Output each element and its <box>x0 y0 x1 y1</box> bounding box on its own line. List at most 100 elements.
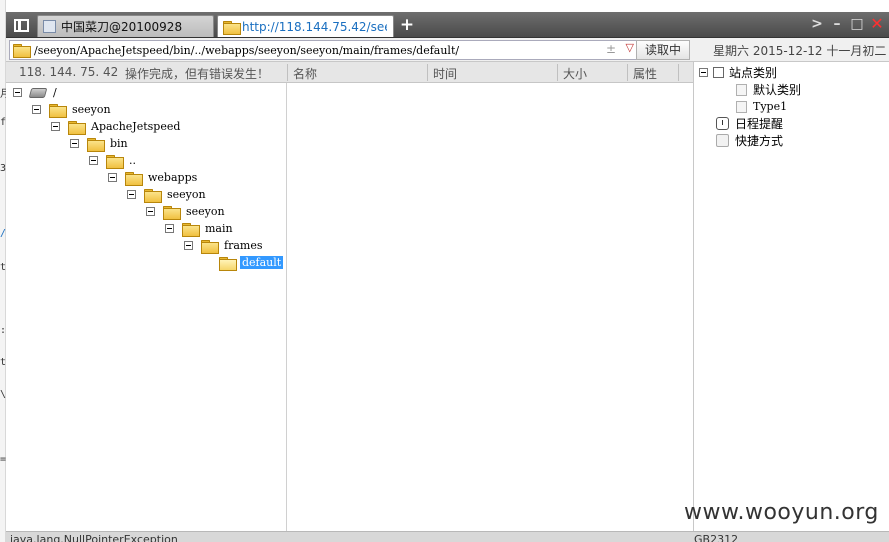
tree-node-label: .. <box>129 154 136 167</box>
tree-node-root[interactable]: / <box>13 84 59 101</box>
directory-tree: / seeyon ApacheJetspeed bin .. webapps s… <box>6 83 287 531</box>
path-text: /seeyon/ApacheJetspeed/bin/../webapps/se… <box>34 43 460 57</box>
tree-node-label: default <box>240 256 284 269</box>
folder-icon <box>106 154 124 169</box>
watermark: www.wooyun.org <box>684 500 879 525</box>
folder-icon <box>49 103 67 118</box>
window-controls: > – □ ✕ <box>809 15 885 33</box>
chevron-down-icon[interactable]: ▽ <box>626 41 634 54</box>
tree-node-label: webapps <box>148 171 198 184</box>
tree-node-label: seeyon <box>167 188 206 201</box>
document-icon <box>736 83 747 96</box>
clock-icon <box>716 117 729 130</box>
column-header-size[interactable]: 大小 <box>563 65 587 82</box>
collapse-icon[interactable] <box>699 68 708 77</box>
tree-node-seeyon-3[interactable]: seeyon <box>146 203 227 220</box>
tree-node-main[interactable]: main <box>165 220 235 237</box>
tree-node-webapps[interactable]: webapps <box>108 169 199 186</box>
tree-node-label: bin <box>110 137 128 150</box>
status-error-text: java.lang.NullPointerException <box>10 533 178 542</box>
page-icon <box>43 20 56 33</box>
column-header-time[interactable]: 时间 <box>433 65 457 82</box>
tab-label: 中国菜刀@20100928 <box>61 20 183 34</box>
column-divider[interactable] <box>557 64 558 81</box>
folder-icon <box>144 188 162 203</box>
plus-minus-icon[interactable]: ± <box>606 42 616 56</box>
schedule-reminder-label: 日程提醒 <box>735 117 784 131</box>
maximize-button[interactable]: □ <box>849 15 865 33</box>
tab-bar: 中国菜刀@20100928 http://118.144.75.42/seeyo… <box>6 12 889 38</box>
collapse-icon[interactable] <box>89 156 98 165</box>
folder-icon <box>68 120 86 135</box>
status-message: 操作完成，但有错误发生！ <box>125 67 270 81</box>
folder-icon <box>182 222 200 237</box>
folder-icon <box>87 137 105 152</box>
site-category-item-label: Type1 <box>753 100 788 113</box>
new-tab-button[interactable]: + <box>398 14 416 36</box>
site-category-item-label: 默认类别 <box>753 83 802 97</box>
path-input[interactable]: /seeyon/ApacheJetspeed/bin/../webapps/se… <box>9 40 639 60</box>
tab-label: http://118.144.75.42/seeyon... <box>242 19 387 34</box>
collapse-icon[interactable] <box>13 88 22 97</box>
column-header-attributes[interactable]: 属性 <box>633 65 657 82</box>
site-category-item[interactable]: 默认类别 <box>736 81 801 98</box>
collapse-icon[interactable] <box>70 139 79 148</box>
collapse-icon[interactable] <box>32 105 41 114</box>
folder-open-icon <box>219 256 237 271</box>
folder-icon <box>201 239 219 254</box>
folder-icon <box>125 171 143 186</box>
file-list-header: 118. 144. 75. 42 操作完成，但有错误发生！ 名称 时间 大小 属… <box>6 62 694 83</box>
folder-icon <box>13 44 31 58</box>
site-category-item[interactable]: Type1 <box>736 98 787 115</box>
column-divider[interactable] <box>287 64 288 81</box>
tree-node-label: main <box>205 222 233 235</box>
schedule-reminder-item[interactable]: 日程提醒 <box>716 115 783 132</box>
address-bar: /seeyon/ApacheJetspeed/bin/../webapps/se… <box>6 38 889 62</box>
shortcuts-label: 快捷方式 <box>735 134 784 148</box>
site-category-label: 站点类别 <box>729 66 778 80</box>
tree-node-apachejetspeed[interactable]: ApacheJetspeed <box>51 118 182 135</box>
host-label: 118. 144. 75. 42 <box>19 65 119 79</box>
encoding-label[interactable]: GB2312 <box>694 534 738 542</box>
hand-icon <box>716 134 729 147</box>
collapse-icon[interactable] <box>184 241 193 250</box>
panel-icon <box>13 18 29 32</box>
chevron-right-icon[interactable]: > <box>809 15 825 33</box>
collapse-icon[interactable] <box>108 173 117 182</box>
column-divider[interactable] <box>427 64 428 81</box>
drive-icon <box>28 87 48 98</box>
tree-node-seeyon-2[interactable]: seeyon <box>127 186 208 203</box>
file-list[interactable] <box>288 83 693 531</box>
tree-node-seeyon[interactable]: seeyon <box>32 101 113 118</box>
tree-node-default[interactable]: default <box>219 254 284 271</box>
tab-remote-site[interactable]: http://118.144.75.42/seeyon... <box>217 15 394 37</box>
tree-node-label: seeyon <box>72 103 111 116</box>
collapse-icon[interactable] <box>146 207 155 216</box>
tree-node-frames[interactable]: frames <box>184 237 264 254</box>
shortcuts-item[interactable]: 快捷方式 <box>716 132 783 149</box>
column-divider[interactable] <box>678 64 679 81</box>
panel-toggle-button[interactable] <box>11 16 31 34</box>
close-button[interactable]: ✕ <box>869 15 885 33</box>
minimize-button[interactable]: – <box>829 15 845 33</box>
tree-node-label: ApacheJetspeed <box>91 120 181 133</box>
column-divider[interactable] <box>627 64 628 81</box>
folder-icon <box>163 205 181 220</box>
tree-node-label: frames <box>224 239 263 252</box>
site-category-pane: 站点类别 默认类别 Type1 日程提醒 快捷方式 <box>693 62 889 531</box>
tree-node-parent[interactable]: .. <box>89 152 138 169</box>
document-icon <box>736 100 747 113</box>
collapse-icon[interactable] <box>165 224 174 233</box>
tree-node-bin[interactable]: bin <box>70 135 130 152</box>
site-category-root[interactable]: 站点类别 <box>699 64 777 81</box>
tab-caidao[interactable]: 中国菜刀@20100928 <box>37 15 214 37</box>
tree-node-label: seeyon <box>186 205 225 218</box>
category-box-icon <box>713 67 724 78</box>
status-bar: java.lang.NullPointerException GB2312 <box>6 531 889 542</box>
tree-node-label: / <box>53 86 57 99</box>
collapse-icon[interactable] <box>51 122 60 131</box>
column-header-name[interactable]: 名称 <box>293 65 317 82</box>
read-button[interactable]: 读取中 <box>636 40 690 60</box>
collapse-icon[interactable] <box>127 190 136 199</box>
folder-icon <box>223 21 241 35</box>
